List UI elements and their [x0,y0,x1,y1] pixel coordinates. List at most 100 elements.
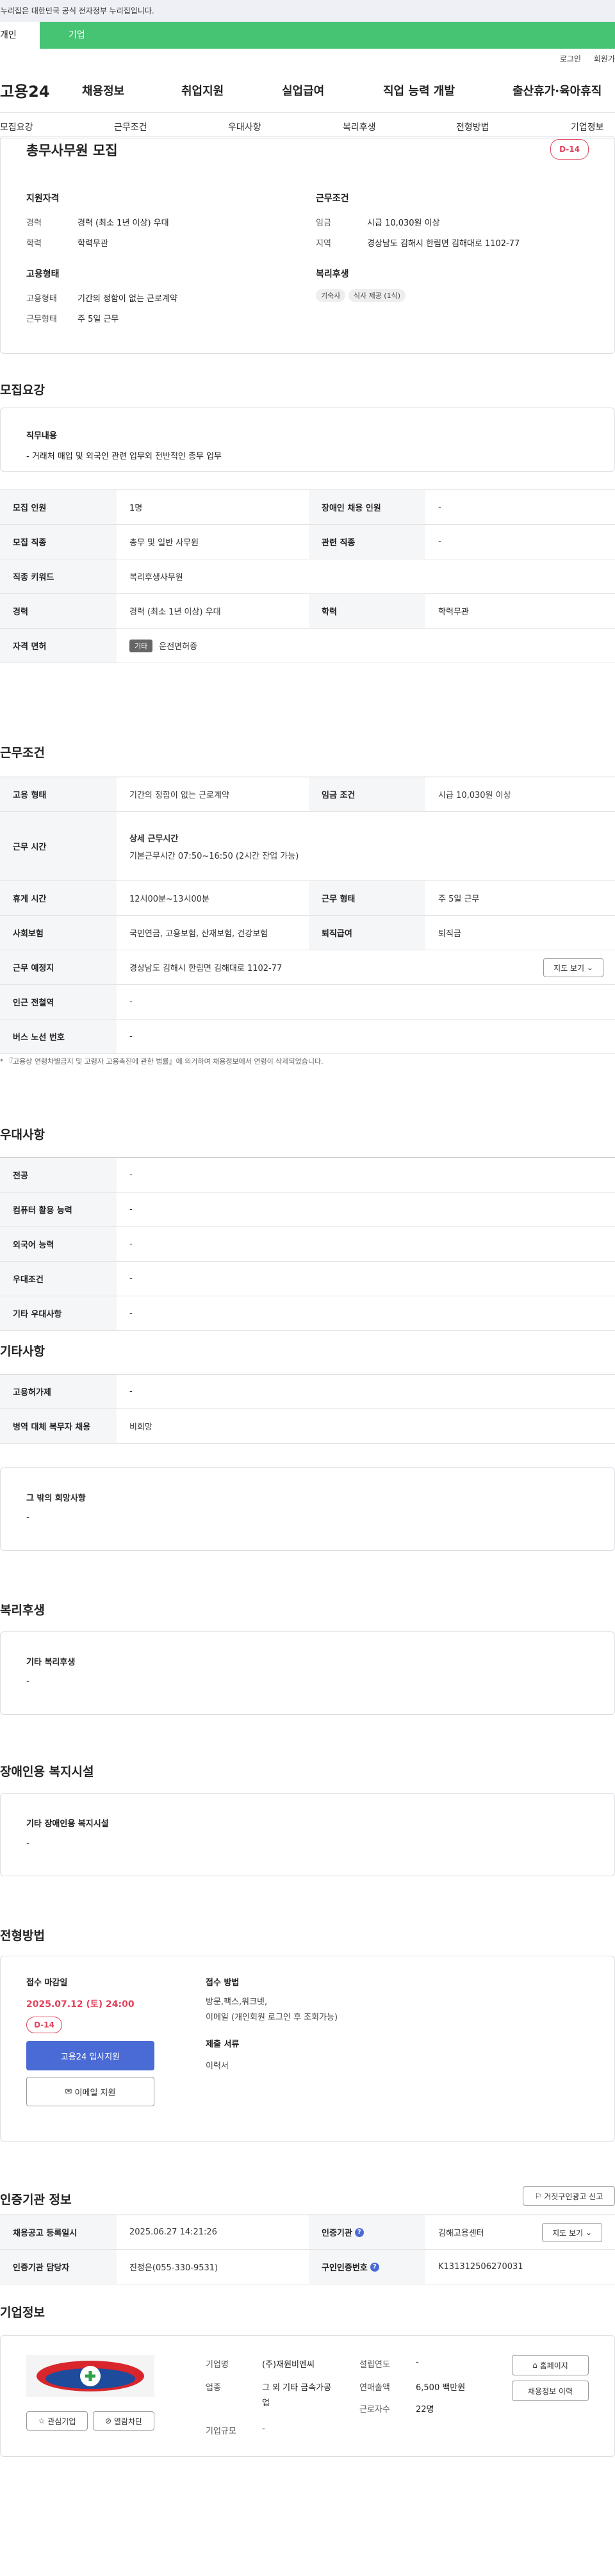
conditions-table: 고용 형태 기간의 정함이 없는 근로계약 임금 조건 시급 10,030원 이… [0,777,615,1054]
preferences-table: 전공 - 컴퓨터 활용 능력 - 외국어 능력 - 우대조건 - 기타 우대사항 - [0,1157,615,1331]
qual-heading: 지원자격 [26,194,60,204]
table-header-cell: 전공 [0,1158,117,1192]
etc-table: 고용허가제 - 병역 대체 복무자 채용 비희망 [0,1374,615,1444]
license-tag: 기타 [129,639,153,652]
table-row: 자격 면허 기타 운전면허증 [0,629,615,663]
table-header-cell: 우대조건 [0,1262,117,1296]
welfare-card: 기타 복리후생 - [0,1631,615,1715]
gnb-vocational-training[interactable]: 직업 능력 개발 [383,82,455,99]
gnb-employment-support[interactable]: 취업지원 [181,82,224,99]
edu-label: 학력 [26,239,42,249]
region-label: 지역 [316,239,331,249]
table-header-cell: 관련 직종 [309,525,425,559]
job-title: 총무사무원 모집 [26,143,118,158]
work-heading: 근무조건 [316,194,349,204]
process-section-title: 전형방법 [0,1929,45,1943]
gnb-parental-leave[interactable]: 출산휴가·육아휴직 [512,82,602,99]
email-apply-button[interactable]: ✉ 이메일 지원 [26,2077,154,2106]
dday-badge: D-14 [550,139,589,160]
agency-map-button[interactable]: 지도 보기 ⌄ [542,2223,602,2242]
welfare-tag: 기숙사 [316,289,346,302]
report-false-ad-button[interactable]: ⚐ 거짓구인광고 신고 [523,2186,615,2206]
summary-card: 총무사무원 모집 D-14 지원자격 경력 경력 (최소 1년 이상) 우대 학… [0,136,615,354]
utility-links: 로그인 회원가 [0,49,615,68]
conditions-section-title: 근무조건 [0,746,45,760]
table-cell: 기간의 정함이 없는 근로계약 [129,791,229,800]
table-cell: 비희망 [129,1423,152,1432]
block-icon: ⊘ [104,2416,112,2425]
table-header-cell: 기타 우대사항 [0,1296,117,1330]
table-header-cell: 임금 조건 [309,777,425,811]
table-header-cell: 구인인증번호? [309,2250,425,2284]
subnav-recruit[interactable]: 모집요강 [0,120,33,133]
table-row: 근무 시간 상세 근무시간 기본근무시간 07:50~16:50 (2시간 잔업… [0,812,615,881]
tab-company[interactable]: 기업 [40,22,85,49]
table-header-cell: 직종 키워드 [0,559,117,593]
home-icon: ⌂ [532,2361,537,2370]
emp-type-label: 고용형태 [26,294,57,304]
mail-icon: ✉ [65,2086,72,2097]
table-header-cell: 학력 [309,594,425,628]
help-icon[interactable]: ? [370,2262,379,2272]
work-days-value: 주 5일 근무 [78,315,119,324]
table-header-cell: 고용 형태 [0,777,117,811]
global-nav: 고용24 채용정보 취업지원 실업급여 직업 능력 개발 출산휴가·육아휴직 [0,68,615,113]
subnav-preferences[interactable]: 우대사항 [228,120,261,133]
table-cell: - [129,1032,133,1041]
table-header-cell: 인근 전철역 [0,985,117,1019]
login-link[interactable]: 로그인 [560,53,581,64]
subnav-conditions[interactable]: 근무조건 [114,120,147,133]
table-cell: 진정은(055-330-9531) [129,2263,218,2273]
recruit-section-title: 모집요강 [0,383,45,397]
signup-link[interactable]: 회원가 [594,53,615,64]
subnav-process[interactable]: 전형방법 [456,120,489,133]
duty-card: 직무내용 - 거래처 매입 및 외국인 관련 업무외 전반적인 총무 업무 [0,408,615,472]
table-row: 고용허가제 - [0,1375,615,1409]
gnb-jobs[interactable]: 채용정보 [82,82,124,99]
table-header-cell: 인증기관? [309,2215,425,2249]
welfare-heading: 복리후생 [316,269,349,279]
tab-personal[interactable]: 개인 [0,22,40,49]
table-header-cell: 컴퓨터 활용 능력 [0,1193,117,1226]
subnav-welfare[interactable]: 복리후생 [343,120,376,133]
table-row: 모집 인원 1명 장애인 채용 인원 - [0,490,615,525]
help-icon[interactable]: ? [354,2227,364,2237]
homepage-button[interactable]: ⌂ 홈페이지 [512,2355,589,2375]
table-header-cell: 채용공고 등록일시 [0,2215,117,2249]
table-header-cell: 퇴직급여 [309,916,425,950]
table-row: 경력 경력 (최소 1년 이상) 우대 학력 학력무관 [0,594,615,629]
user-type-tabs: 개인 기업 [0,22,615,49]
gov-notice-bar: 이 누리집은 대한민국 공식 전자정부 누리집입니다. [0,0,615,22]
wage-value: 시급 10,030원 이상 [367,219,440,228]
gnb-unemployment-benefit[interactable]: 실업급여 [282,82,324,99]
company-card: ☆ 관심기업 ⊘ 열람차단 기업명 (주)재원비엔씨 업종 그 외 기타 금속가… [0,2335,615,2457]
site-logo[interactable]: 고용24 [0,79,83,101]
company-section: 기업정보 ☆ 관심기업 ⊘ 열람차단 기업명 (주)재원비엔씨 업종 그 외 기… [0,2306,615,2576]
block-view-button[interactable]: ⊘ 열람차단 [93,2411,154,2431]
map-view-button[interactable]: 지도 보기 ⌄ [543,958,603,977]
table-row: 고용 형태 기간의 정함이 없는 근로계약 임금 조건 시급 10,030원 이… [0,777,615,812]
table-cell: 국민연금, 고용보험, 산재보험, 건강보험 [129,929,268,939]
table-cell: 학력무관 [438,607,469,617]
table-row: 모집 직종 총무 및 일반 사무원 관련 직종 - [0,525,615,559]
table-cell: - [129,1387,133,1396]
company-logo [26,2355,154,2397]
hope-card: 그 밖의 희망사항 - [0,1467,615,1551]
history-button[interactable]: 채용정보 이력 [512,2381,589,2401]
table-cell: 12시00분~13시00분 [129,895,209,904]
table-row: 사회보험 국민연금, 고용보험, 산재보험, 건강보험 퇴직급여 퇴직금 [0,916,615,950]
favorite-company-button[interactable]: ☆ 관심기업 [26,2411,88,2431]
table-cell: - [438,502,441,512]
age-notice: * 『고용상 연령차별금지 및 고령자 고용촉진에 관한 법률』에 의거하여 채… [0,1057,324,1066]
table-cell: 시급 10,030원 이상 [438,791,511,800]
deadline-date: 2025.07.12 (토) 24:00 [26,1999,135,2010]
subnav-company[interactable]: 기업정보 [571,120,604,133]
welfare-tag: 식사 제공 (1식) [348,289,406,302]
apply-button[interactable]: 고용24 입사지원 [26,2041,154,2070]
etc-section-title: 기타사항 [0,1344,45,1358]
emp-type-value: 기간의 정함이 없는 근로계약 [78,294,177,304]
preferences-section-title: 우대사항 [0,1128,45,1142]
process-card: 접수 마감일 2025.07.12 (토) 24:00 D-14 고용24 입사… [0,1956,615,2142]
welfare-section-title: 복리후생 [0,1603,45,1617]
table-row: 직종 키워드 복리후생사무원 [0,559,615,594]
